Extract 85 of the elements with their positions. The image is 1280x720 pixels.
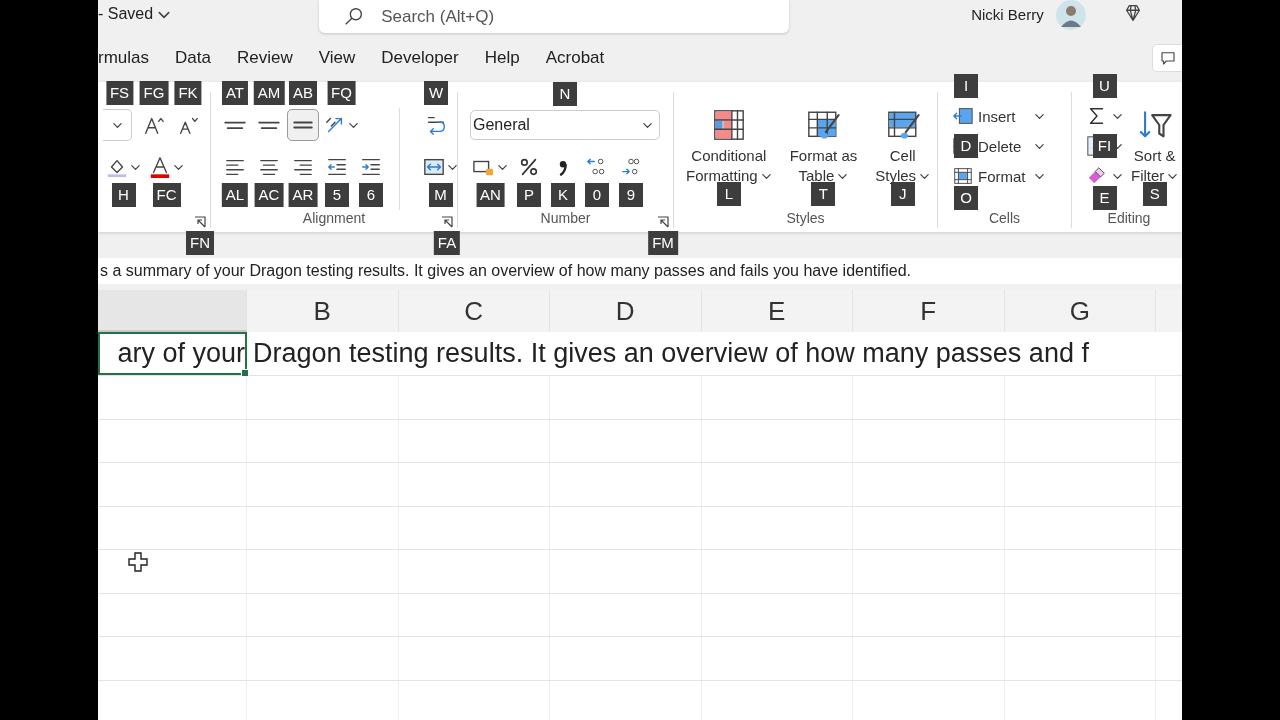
keytip-badge: AN [476, 183, 505, 207]
ribbon-tab[interactable]: Acrobat [545, 48, 605, 71]
keytip-badge: L [716, 182, 741, 206]
align-middle-icon [258, 120, 280, 130]
keytip-badge: FS [105, 81, 134, 105]
keytip-badge: FQ [327, 81, 356, 105]
cell-text: ary of your [117, 338, 245, 369]
column-header[interactable]: F [853, 290, 1005, 332]
ribbon-tab[interactable]: Review [236, 48, 293, 71]
search-field[interactable]: Search (Alt+Q) [319, 0, 790, 33]
dialog-launcher-icon[interactable] [441, 216, 453, 228]
keytip-badge: D [954, 134, 978, 158]
ribbon-tab[interactable]: View [318, 48, 356, 71]
cursor-icon [128, 552, 148, 572]
keytip-badge: W [424, 81, 448, 105]
keytip-badge: 9 [619, 183, 643, 207]
keytip-badge: S [1142, 182, 1167, 206]
dialog-launcher-icon[interactable] [194, 216, 206, 228]
keytip-badge: P [517, 183, 541, 207]
wrap-text-icon [425, 114, 447, 136]
ribbon-tab[interactable]: rmulas [98, 48, 149, 71]
keytip-badge: FG [139, 81, 169, 105]
group-label: Editing [1107, 210, 1151, 228]
user-name: Nicki Berry [971, 6, 1044, 23]
format-icon [952, 165, 974, 187]
avatar[interactable] [1055, 0, 1086, 30]
keytip-badge: 6 [359, 183, 383, 207]
search-input[interactable]: Search (Alt+Q) [379, 5, 684, 28]
keytip-badge: FI [1092, 134, 1117, 158]
column-header[interactable]: G [1004, 290, 1156, 332]
conditional-formatting-icon [711, 108, 746, 142]
keytip-badge: I [954, 74, 978, 98]
ribbon-tab[interactable]: Help [484, 48, 520, 71]
align-bottom-icon [292, 120, 314, 130]
keytip-badge: K [551, 183, 575, 207]
align-bottom-button[interactable] [287, 109, 319, 141]
percent-icon [518, 156, 540, 178]
keytip-badge: FA [433, 231, 461, 255]
column-header[interactable]: C [398, 290, 550, 332]
formula-bar[interactable]: s a summary of your Dragon testing results. It gives an overview of how many passes and fails you have identified. [98, 258, 1182, 284]
keytip-badge: E [1092, 186, 1117, 210]
keytip-badge: AR [288, 183, 318, 207]
cell-text: Dragon testing results. It gives an overview of how many passes and f [253, 338, 1089, 369]
insert-button[interactable]: Insert [952, 102, 1045, 130]
indent-increase-icon [360, 156, 382, 178]
font-color-icon [149, 156, 171, 178]
keytip-badge: O [954, 186, 978, 210]
comment-icon [1159, 49, 1177, 67]
keytip-badge: T [811, 182, 836, 206]
keytip-badge: AT [221, 81, 249, 105]
keytip-badge: U [1092, 74, 1117, 98]
save-status: - Saved [98, 5, 154, 23]
column-header[interactable]: E [701, 290, 853, 332]
column-header[interactable]: B [247, 290, 399, 332]
formula-text: s a summary of your Dragon testing results. It gives an overview of how many passes and fails you have identified. [100, 262, 912, 280]
indent-decrease-icon [326, 156, 348, 178]
keytip-badge: AL [221, 183, 249, 207]
number-format-dropdown[interactable]: General [470, 110, 660, 140]
keytip-badge: FC [152, 183, 181, 207]
keytip-badge: FK [174, 81, 202, 105]
ribbon-tab[interactable]: Developer [381, 48, 459, 71]
ribbon-tab[interactable]: Data [175, 48, 211, 71]
keytip-badge: AM [253, 81, 285, 105]
decimal-increase-icon [586, 156, 608, 178]
keytip-badge: FM [648, 231, 678, 255]
keytip-badge: N [553, 82, 577, 106]
group-label: Styles [786, 210, 825, 228]
keytip-badge: J [890, 182, 915, 206]
keytip-badge: AB [289, 81, 317, 105]
keytip-badge: 5 [325, 183, 349, 207]
align-top-icon [224, 120, 246, 130]
keytip-badge: M [428, 183, 453, 207]
group-label: Number [540, 210, 591, 228]
dialog-launcher-icon[interactable] [657, 216, 669, 228]
keytip-badge: AC [254, 183, 284, 207]
keytip-badge: 0 [585, 183, 609, 207]
keytip-badge: FN [186, 231, 214, 255]
keytip-badge: H [111, 183, 136, 207]
fill-handle[interactable] [241, 369, 249, 377]
group-label: Cells [988, 210, 1021, 228]
merge-icon [423, 156, 445, 178]
insert-icon [952, 105, 974, 127]
column-header[interactable]: D [550, 290, 702, 332]
active-cell[interactable]: ary of your [98, 332, 247, 375]
group-label: Alignment [302, 210, 366, 228]
